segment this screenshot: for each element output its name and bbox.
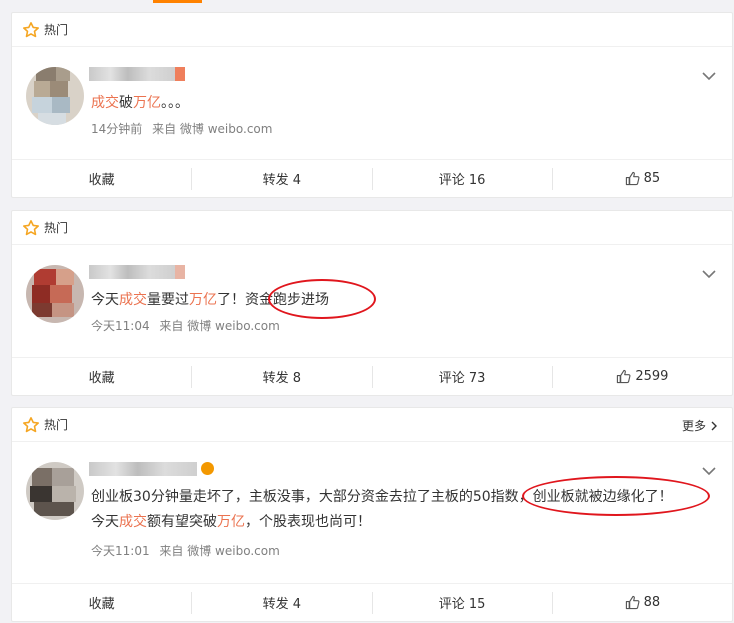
text-segment: 了！资金跑步进场	[217, 292, 329, 308]
card-header: 热门	[12, 211, 732, 245]
card-header: 热门 更多	[12, 408, 732, 442]
star-outline-icon	[23, 219, 39, 235]
favorite-button[interactable]: 收藏	[12, 169, 191, 188]
comment-label: 评论 15	[438, 597, 486, 612]
feed-card: 热门 今天成交量要过万亿了！资金跑步进场 今天11:04 来自 微博 weibo…	[11, 210, 733, 396]
repost-button[interactable]: 转发 4	[192, 593, 371, 612]
favorite-label: 收藏	[88, 173, 115, 188]
favorite-button[interactable]: 收藏	[12, 367, 191, 386]
hot-label: 热门	[44, 221, 69, 235]
like-count: 88	[643, 595, 661, 610]
text-segment: 今天	[91, 292, 119, 308]
top-nav-strip	[0, 0, 734, 4]
post-text-line2: 今天成交额有望突破万亿，个股表现也尚可！	[91, 510, 371, 534]
repost-button[interactable]: 转发 8	[192, 367, 371, 386]
comment-label: 评论 16	[438, 173, 486, 188]
text-segment: 创业板30分钟量走坏了，主板没事，大部分资金去拉了主板的50指数，创业板就被边缘…	[91, 489, 673, 505]
avatar[interactable]	[26, 67, 84, 125]
chevron-down-icon[interactable]	[702, 269, 716, 279]
favorite-label: 收藏	[88, 371, 115, 386]
post-source[interactable]: 来自 微博 weibo.com	[159, 544, 279, 558]
username-blurred[interactable]	[89, 462, 197, 476]
like-count: 85	[643, 171, 661, 186]
comment-button[interactable]: 评论 15	[373, 593, 552, 612]
chevron-down-icon[interactable]	[702, 71, 716, 81]
text-segment: 破	[119, 95, 133, 111]
keyword-highlight: 万亿	[217, 514, 245, 530]
post: 今天成交量要过万亿了！资金跑步进场 今天11:04 来自 微博 weibo.co…	[12, 245, 732, 356]
like-button[interactable]: 2599	[553, 369, 732, 384]
favorite-label: 收藏	[88, 597, 115, 612]
post-meta: 14分钟前 来自 微博 weibo.com	[91, 120, 272, 137]
hot-label: 热门	[44, 23, 69, 37]
username-blurred[interactable]	[89, 67, 175, 81]
more-label: 更多	[681, 419, 706, 433]
post-meta: 今天11:04 来自 微博 weibo.com	[91, 317, 280, 334]
keyword-highlight: 万亿	[133, 95, 161, 111]
text-segment: 额有望突破	[147, 514, 217, 530]
text-segment: 今天	[91, 514, 119, 530]
like-button[interactable]: 88	[553, 595, 732, 610]
avatar[interactable]	[26, 265, 84, 323]
post-time[interactable]: 14分钟前	[91, 122, 142, 136]
feed-card: 热门 成交破万亿。。。 14分钟前 来自 微博 weibo.com 收藏 转发 …	[11, 12, 733, 198]
username-blurred[interactable]	[89, 265, 175, 279]
post: 创业板30分钟量走坏了，主板没事，大部分资金去拉了主板的50指数，创业板就被边缘…	[12, 442, 732, 582]
repost-button[interactable]: 转发 4	[192, 169, 371, 188]
repost-label: 转发 4	[262, 597, 302, 612]
keyword-highlight: 成交	[119, 514, 147, 530]
post-text: 创业板30分钟量走坏了，主板没事，大部分资金去拉了主板的50指数，创业板就被边缘…	[91, 485, 673, 509]
action-bar: 收藏 转发 4 评论 16 85	[12, 159, 732, 197]
action-bar: 收藏 转发 8 评论 73 2599	[12, 357, 732, 395]
active-tab-indicator	[153, 0, 202, 3]
name-tag	[175, 265, 185, 279]
repost-label: 转发 8	[262, 371, 302, 386]
keyword-highlight: 万亿	[189, 292, 217, 308]
favorite-button[interactable]: 收藏	[12, 593, 191, 612]
repost-label: 转发 4	[262, 173, 302, 188]
chevron-right-icon	[711, 421, 717, 430]
post: 成交破万亿。。。 14分钟前 来自 微博 weibo.com	[12, 47, 732, 158]
post-time[interactable]: 今天11:01	[91, 544, 150, 558]
thumbs-up-icon	[617, 369, 631, 384]
card-header: 热门	[12, 13, 732, 47]
feed-card: 热门 更多 创业板30分钟量走坏了，主板没事，大部分资金去拉了主板的50指数，创…	[11, 407, 733, 622]
post-text: 今天成交量要过万亿了！资金跑步进场	[91, 288, 329, 312]
comment-button[interactable]: 评论 16	[373, 169, 552, 188]
post-source[interactable]: 来自 微博 weibo.com	[152, 122, 272, 136]
text-segment: 量要过	[147, 292, 189, 308]
star-outline-icon	[23, 21, 39, 37]
post-text: 成交破万亿。。。	[91, 91, 189, 115]
star-outline-icon	[23, 416, 39, 432]
hot-label: 热门	[44, 418, 69, 432]
thumbs-up-icon	[625, 595, 640, 610]
post-source[interactable]: 来自 微博 weibo.com	[159, 319, 279, 333]
more-link[interactable]: 更多	[682, 417, 718, 434]
comment-button[interactable]: 评论 73	[373, 367, 552, 386]
verified-badge-icon	[200, 461, 215, 476]
text-segment: 。。。	[161, 95, 189, 111]
like-button[interactable]: 85	[553, 171, 732, 186]
thumbs-up-icon	[625, 171, 640, 186]
like-count: 2599	[635, 369, 669, 384]
chevron-down-icon[interactable]	[702, 466, 716, 476]
keyword-highlight: 成交	[91, 95, 119, 111]
action-bar: 收藏 转发 4 评论 15 88	[12, 583, 732, 621]
text-segment: ，个股表现也尚可！	[245, 514, 371, 530]
post-meta: 今天11:01 来自 微博 weibo.com	[91, 542, 280, 559]
keyword-highlight: 成交	[119, 292, 147, 308]
post-time[interactable]: 今天11:04	[91, 319, 150, 333]
comment-label: 评论 73	[438, 371, 486, 386]
avatar[interactable]	[26, 462, 84, 520]
name-tag	[175, 67, 185, 81]
